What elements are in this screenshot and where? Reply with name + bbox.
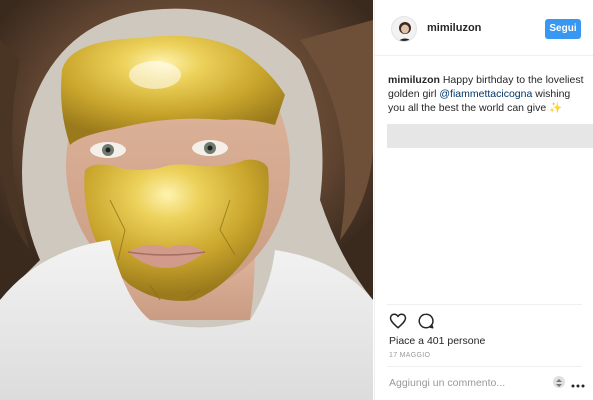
divider bbox=[387, 304, 582, 305]
heart-icon[interactable] bbox=[389, 312, 407, 330]
more-options-icon[interactable] bbox=[571, 377, 585, 388]
comment-icon[interactable] bbox=[417, 312, 435, 330]
follow-button[interactable]: Segui bbox=[545, 19, 581, 39]
caption-mention-link[interactable]: @fiammettacicogna bbox=[439, 88, 532, 100]
avatar[interactable] bbox=[391, 16, 417, 42]
post-date[interactable]: 17 MAGGIO bbox=[389, 352, 430, 359]
caption-username-link[interactable]: mimiluzon bbox=[388, 74, 440, 86]
divider bbox=[387, 366, 582, 367]
post-header: mimiluzon Segui bbox=[375, 0, 593, 56]
avatar-image bbox=[392, 17, 416, 41]
comments-placeholder-area bbox=[387, 124, 593, 148]
scroll-control-icon[interactable] bbox=[553, 376, 565, 388]
likes-count[interactable]: Piace a 401 persone bbox=[389, 335, 485, 347]
username-link[interactable]: mimiluzon bbox=[427, 22, 481, 34]
post-sidebar: mimiluzon Segui mimiluzon Happy birthday… bbox=[374, 0, 593, 400]
post-photo-image bbox=[0, 0, 373, 400]
add-comment-input[interactable] bbox=[389, 376, 539, 390]
post-photo[interactable] bbox=[0, 0, 373, 400]
post-caption: mimiluzon Happy birthday to the lovelies… bbox=[388, 73, 584, 115]
